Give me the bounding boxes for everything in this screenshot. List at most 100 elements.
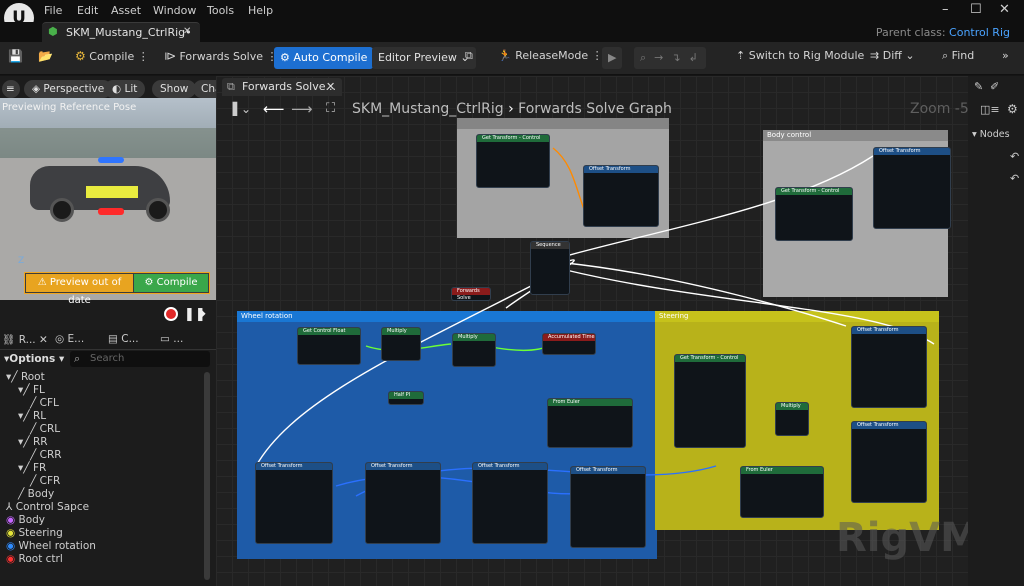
release-mode-button[interactable]: 🏃 ReleaseMode ⋮ bbox=[498, 49, 603, 62]
node-from-euler[interactable]: From Euler bbox=[547, 398, 633, 448]
menu-help[interactable]: Help bbox=[248, 4, 273, 17]
search-input[interactable]: ⌕ Search bbox=[70, 351, 210, 367]
overflow-icon[interactable]: » bbox=[1002, 49, 1009, 62]
tree-item-crr[interactable]: ╱ CRR bbox=[30, 449, 62, 461]
node-offset-transform-rr[interactable]: Offset Transform bbox=[472, 462, 548, 544]
menu-edit[interactable]: Edit bbox=[77, 4, 98, 17]
viewport-compile-label: Compile bbox=[156, 277, 198, 288]
tree-item-label: CFL bbox=[39, 397, 59, 409]
play-button[interactable]: ⏵ bbox=[200, 307, 206, 322]
pen-icon[interactable]: ✎ bbox=[974, 80, 983, 93]
node-half-pi[interactable]: Half PI bbox=[388, 391, 424, 405]
forwards-solve-label: Forwards Solve bbox=[179, 50, 264, 63]
node-multiply-2[interactable]: Multiply bbox=[452, 333, 496, 367]
debug-icon[interactable]: ⧉ bbox=[465, 49, 473, 63]
tree-item-label: Root ctrl bbox=[18, 553, 63, 565]
tree-item-crl[interactable]: ╱ CRL bbox=[30, 423, 60, 435]
node-offset-transform-body[interactable]: Offset Transform bbox=[873, 147, 951, 229]
hierarchy-scrollbar[interactable] bbox=[204, 372, 210, 580]
compile-button[interactable]: ⚙ Compile ⋮ bbox=[75, 49, 149, 63]
document-tab[interactable]: ⬢ SKM_Mustang_CtrlRig• ✕ bbox=[42, 22, 200, 42]
node-sequence[interactable]: Sequence bbox=[530, 241, 570, 295]
parent-class-link[interactable]: Control Rig bbox=[949, 26, 1010, 39]
tree-item-fr[interactable]: ▾╱ FR bbox=[18, 462, 46, 474]
menu-asset[interactable]: Asset bbox=[111, 4, 141, 17]
menu-window[interactable]: Window bbox=[153, 4, 196, 17]
node-multiply-steering[interactable]: Multiply bbox=[775, 402, 809, 436]
viewport-compile-button[interactable]: ⚙ Compile bbox=[134, 274, 208, 292]
perspective-button[interactable]: ◈ Perspective bbox=[24, 80, 113, 98]
resume-button[interactable]: ▶ bbox=[602, 47, 623, 69]
show-button[interactable]: Show bbox=[152, 80, 197, 98]
switch-icon: ⇡ bbox=[736, 49, 746, 62]
tree-item-body-control[interactable]: ◉ Body bbox=[6, 514, 45, 526]
tree-item-label: Body bbox=[27, 488, 55, 500]
node-offset-transform-steer-r[interactable]: Offset Transform bbox=[851, 421, 927, 503]
view-options-icon[interactable]: ◫≡ bbox=[980, 103, 1000, 116]
axis-gizmo-icon: Z bbox=[18, 256, 25, 266]
tree-item-root[interactable]: ▾╱ Root bbox=[6, 371, 45, 383]
step-buttons[interactable]: ⌕→↴↲ bbox=[634, 47, 706, 69]
tree-item-body-bone[interactable]: ╱ Body bbox=[18, 488, 54, 500]
node-multiply[interactable]: Multiply bbox=[381, 327, 421, 361]
tree-item-label: Root bbox=[20, 371, 45, 383]
tree-item-control-sapce[interactable]: ⅄ Control Sapce bbox=[6, 501, 89, 513]
node-from-euler-steering[interactable]: From Euler bbox=[740, 466, 824, 518]
node-offset-transform-fr[interactable]: Offset Transform bbox=[570, 466, 646, 548]
redo-icon[interactable]: ↶ bbox=[1010, 172, 1019, 185]
tree-item-fl[interactable]: ▾╱ FL bbox=[18, 384, 45, 396]
settings-gear-icon[interactable]: ⚙ bbox=[1007, 102, 1018, 116]
node-offset-transform-fl[interactable]: Offset Transform bbox=[255, 462, 333, 544]
tree-item-root-ctrl[interactable]: ◉ Root ctrl bbox=[6, 553, 63, 565]
maximize-icon[interactable]: ☐ bbox=[970, 2, 982, 17]
close-window-icon[interactable]: ✕ bbox=[999, 2, 1010, 17]
tree-item-rl[interactable]: ▾╱ RL bbox=[18, 410, 46, 422]
close-tab-icon[interactable]: ✕ bbox=[183, 26, 191, 37]
node-get-transform-steering[interactable]: Get Transform - Control bbox=[674, 354, 746, 448]
auto-compile-button[interactable]: ⚙ Auto Compile bbox=[274, 47, 374, 69]
nodes-section-header[interactable]: ▾ Nodes bbox=[972, 129, 1010, 140]
find-button[interactable]: ⌕ Find bbox=[942, 49, 974, 63]
root-control-gizmo[interactable] bbox=[98, 208, 124, 215]
minimize-icon[interactable]: – bbox=[942, 2, 949, 17]
node-forwards-solve[interactable]: Forwards Solve bbox=[451, 287, 491, 301]
tree-item-cfl[interactable]: ╱ CFL bbox=[30, 397, 59, 409]
save-icon[interactable]: 💾 bbox=[8, 49, 23, 63]
node-offset-transform-rl[interactable]: Offset Transform bbox=[365, 462, 441, 544]
menu-file[interactable]: File bbox=[44, 4, 62, 17]
tab-c[interactable]: ▤ C... bbox=[108, 333, 139, 345]
parent-class-label: Parent class: bbox=[875, 26, 946, 39]
control-icon: ◉ bbox=[6, 527, 16, 539]
tree-item-label: Body bbox=[18, 514, 46, 526]
body-control-arrow-icon[interactable] bbox=[86, 186, 138, 198]
node-get-transform[interactable]: Get Transform - Control bbox=[476, 134, 550, 188]
editor-preview-dropdown[interactable]: Editor Preview ⌄ bbox=[372, 47, 476, 69]
close-rig-hierarchy-tab-icon[interactable]: ✕ bbox=[39, 334, 48, 346]
lit-button[interactable]: ◐ Lit bbox=[104, 80, 146, 98]
record-button[interactable] bbox=[164, 307, 178, 321]
node-accumulated-time[interactable]: Accumulated Time bbox=[542, 333, 596, 355]
forwards-solve-button[interactable]: ⧐ Forwards Solve ⋮ bbox=[164, 49, 278, 63]
tab-more[interactable]: ▭ ... bbox=[160, 333, 183, 345]
tree-item-label: Wheel rotation bbox=[18, 540, 96, 552]
tab-rig-hierarchy[interactable]: ⛓ R... ✕ bbox=[2, 333, 48, 346]
switch-rig-module-button[interactable]: ⇡ Switch to Rig Module bbox=[736, 49, 864, 62]
node-offset-transform-steer-l[interactable]: Offset Transform bbox=[851, 326, 927, 408]
undo-icon[interactable]: ↶ bbox=[1010, 150, 1019, 163]
viewport-menu-icon[interactable]: ≡ bbox=[2, 80, 20, 98]
tree-item-wheel-rotation[interactable]: ◉ Wheel rotation bbox=[6, 540, 96, 552]
tab-e[interactable]: ◎ E... bbox=[55, 333, 84, 345]
lit-icon: ◐ bbox=[112, 83, 122, 95]
options-dropdown[interactable]: ▾Options ▾ bbox=[4, 353, 64, 365]
diff-dropdown[interactable]: ⇉ Diff ⌄ bbox=[870, 49, 915, 62]
menu-tools[interactable]: Tools bbox=[207, 4, 234, 17]
browse-icon[interactable]: 📂 bbox=[38, 49, 53, 63]
steering-control-gizmo[interactable] bbox=[98, 157, 124, 163]
tree-item-rr[interactable]: ▾╱ RR bbox=[18, 436, 48, 448]
tree-item-steering[interactable]: ◉ Steering bbox=[6, 527, 63, 539]
brush-icon[interactable]: ✐ bbox=[990, 80, 999, 93]
node-get-control-float[interactable]: Get Control Float bbox=[297, 327, 361, 365]
node-get-transform-body[interactable]: Get Transform - Control bbox=[775, 187, 853, 241]
tree-item-cfr[interactable]: ╱ CFR bbox=[30, 475, 60, 487]
node-offset-transform[interactable]: Offset Transform bbox=[583, 165, 659, 227]
